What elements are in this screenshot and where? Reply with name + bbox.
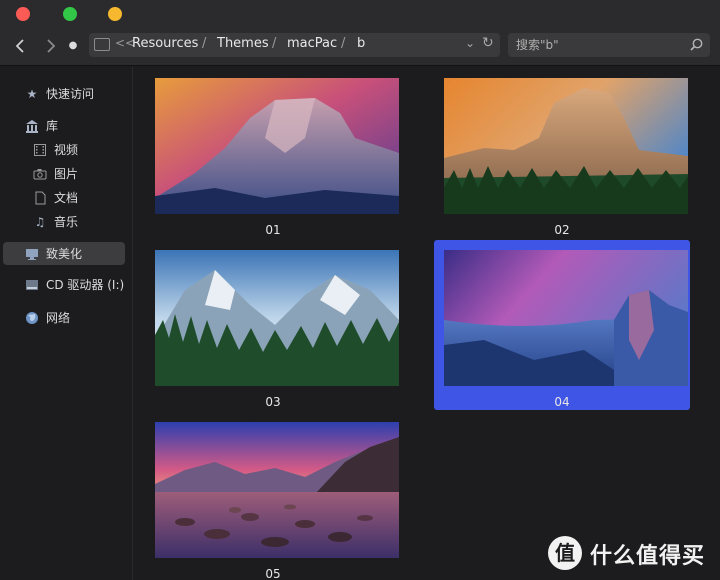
refresh-icon[interactable]: ↻ — [482, 35, 494, 51]
back-button[interactable] — [11, 36, 31, 56]
breadcrumb-macpac[interactable]: macPac — [287, 36, 337, 51]
sidebar-item-label: 音乐 — [54, 215, 79, 229]
file-name: 03 — [265, 395, 281, 409]
document-icon — [33, 191, 47, 205]
search-input[interactable] — [516, 36, 686, 54]
image-thumbnail — [155, 78, 399, 214]
breadcrumb-b[interactable]: b — [357, 36, 365, 51]
file-tile-02[interactable]: 02 — [434, 68, 690, 238]
breadcrumb-separator: / — [341, 36, 346, 51]
folder-icon — [94, 38, 110, 51]
image-thumbnail — [155, 250, 399, 386]
file-tile-03[interactable]: 03 — [145, 240, 401, 410]
toolbar: ● << Resources / Themes / macPac / b ⌄ ↻ — [0, 28, 720, 66]
search-box[interactable] — [508, 33, 710, 57]
breadcrumb-separator: / — [202, 36, 207, 51]
image-thumbnail — [155, 422, 399, 558]
sidebar-item-label: 库 — [46, 119, 59, 133]
close-window-button[interactable] — [16, 7, 30, 21]
chevron-down-icon[interactable]: ⌄ — [465, 36, 475, 50]
monitor-icon — [25, 247, 39, 261]
sidebar-item-label: 网络 — [46, 311, 71, 325]
music-note-icon: ♫ — [34, 215, 46, 229]
image-thumbnail — [444, 250, 688, 386]
sidebar-item-label: 视频 — [54, 143, 79, 157]
sidebar-item-label: 致美化 — [46, 247, 83, 261]
file-grid: 01 02 03 04 05 — [134, 67, 720, 580]
title-bar — [0, 0, 720, 28]
sidebar-item-label: 快速访问 — [46, 87, 95, 101]
library-icon — [25, 119, 39, 133]
search-icon[interactable] — [690, 38, 703, 51]
maximize-window-button[interactable] — [63, 7, 77, 21]
sidebar-item-label: CD 驱动器 (I:) — [46, 278, 125, 292]
file-tile-01[interactable]: 01 — [145, 68, 401, 238]
watermark-logo: 值 — [548, 536, 582, 570]
file-name: 04 — [554, 395, 570, 409]
address-bar[interactable]: << Resources / Themes / macPac / b ⌄ ↻ — [89, 33, 500, 57]
recent-locations-dot[interactable]: ● — [63, 36, 83, 56]
file-name: 01 — [265, 223, 281, 237]
sidebar-item-label: 图片 — [54, 167, 79, 181]
film-icon — [33, 143, 47, 157]
watermark-text: 什么值得买 — [590, 544, 706, 569]
file-tile-04[interactable]: 04 — [434, 240, 690, 410]
forward-button[interactable] — [40, 36, 60, 56]
chevron-right-icon — [47, 39, 56, 53]
file-name: 02 — [554, 223, 570, 237]
file-tile-05[interactable]: 05 — [145, 412, 401, 580]
file-name: 05 — [265, 567, 281, 580]
breadcrumb-themes[interactable]: Themes — [217, 36, 269, 51]
site-watermark: 值 什么值得买 — [548, 532, 716, 572]
image-thumbnail — [444, 78, 688, 214]
globe-icon — [25, 311, 39, 325]
chevron-left-icon — [15, 39, 24, 53]
minimize-window-button[interactable] — [108, 7, 122, 21]
star-icon: ★ — [26, 87, 38, 101]
sidebar-item-label: 文档 — [54, 191, 79, 205]
camera-icon — [33, 167, 47, 181]
breadcrumb-separator: / — [272, 36, 277, 51]
disk-drive-icon — [25, 278, 39, 292]
breadcrumb-resources[interactable]: Resources — [132, 36, 198, 51]
sidebar: ★ 快速访问 库 视频 图片 文档 ♫ 音乐 致美化 CD 驱动器 (I:) 网… — [0, 67, 133, 580]
